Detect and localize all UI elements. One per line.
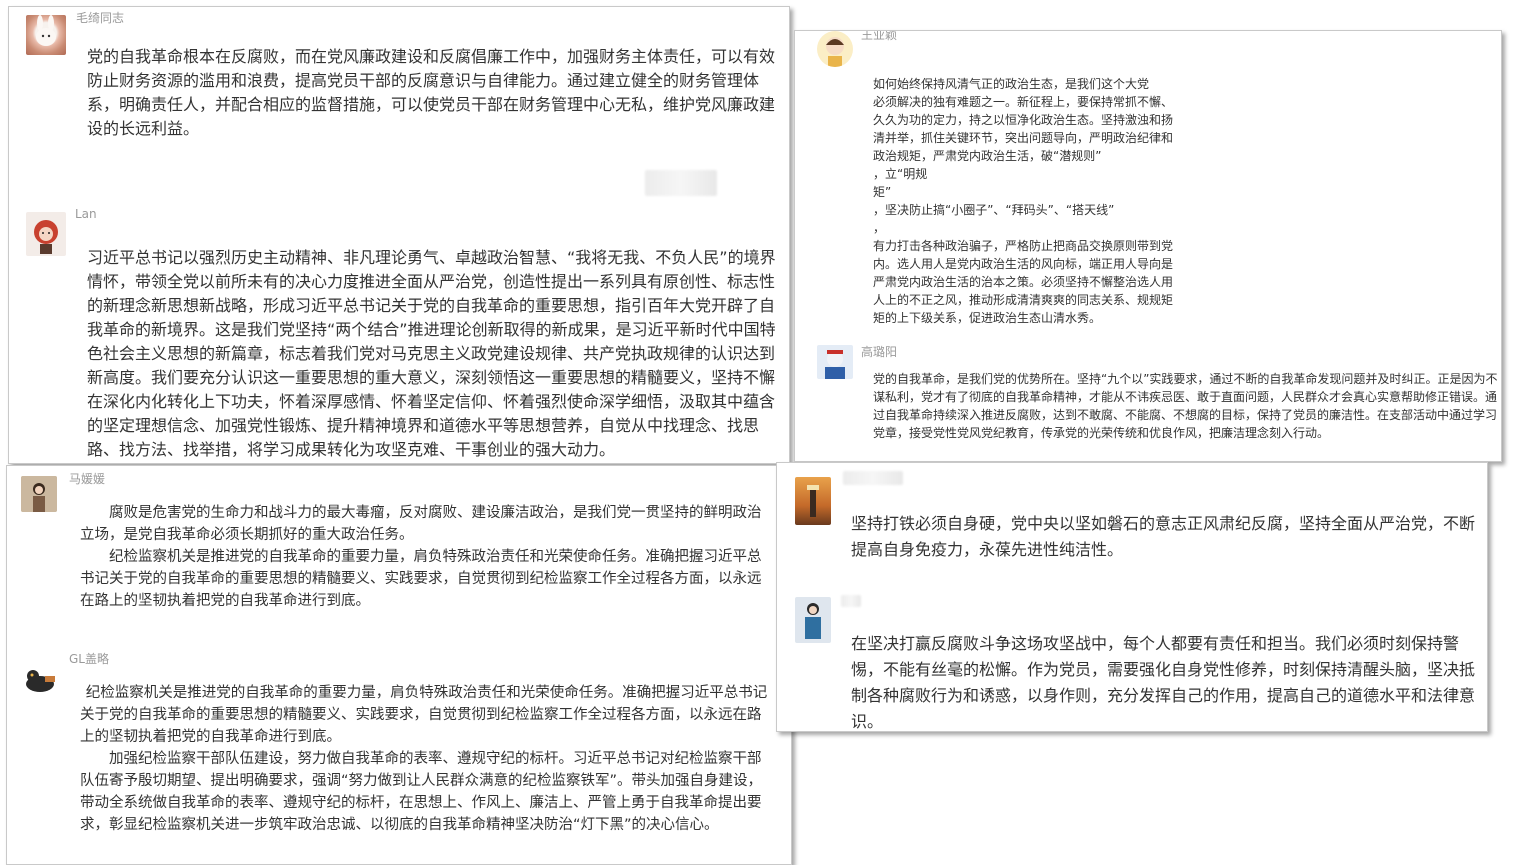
comment-text: 党的自我革命，是我们党的优势所在。坚持“九个以”实践要求，通过不断的自我革命发现… — [873, 372, 1498, 440]
text-line: ， — [873, 221, 886, 235]
comment-text: 纪检监察机关是推进党的自我革命的重要力量，肩负特殊政治责任和光荣使命任务。准确把… — [80, 682, 770, 836]
paragraph: 纪检监察机关是推进党的自我革命的重要力量，肩负特殊政治责任和光荣使命任务。准确把… — [80, 685, 768, 745]
comment-item: 坚持打铁必须自身硬，党中央以坚如磐石的意志正风肃纪反腐，坚持全面从严治党，不断提… — [777, 463, 1487, 583]
comment-item: 马媛媛 腐败是危害党的生命力和战斗力的最大毒瘤，反对腐败、建设廉洁政治，是我们党… — [7, 466, 791, 641]
comment-panel-top-right: 王业颖 如何始终保持风清气正的政治生态，是我们这个大党 必须解决的独有难题之一。… — [794, 30, 1502, 462]
comment-text: 党的自我革命根本在反腐败，而在党风廉政建设和反腐倡廉工作中，加强财务主体责任，可… — [87, 47, 776, 138]
comment-text: 腐败是危害党的生命力和战斗力的最大毒瘤，反对腐败、建设廉洁政治，是我们党一贯坚持… — [80, 502, 775, 612]
text-line: 政治规矩，严肃党内政治生活，破“潜规则” — [873, 149, 1102, 163]
comment-item: 王业颖 如何始终保持风清气正的政治生态，是我们这个大党 必须解决的独有难题之一。… — [795, 31, 1501, 331]
comment-text: 习近平总书记以强烈历史主动精神、非凡理论勇气、卓越政治智慧、“我将无我、不负人民… — [87, 248, 776, 459]
avatar[interactable] — [817, 345, 853, 379]
avatar[interactable] — [26, 212, 66, 256]
text-line: ，立“明规 — [873, 167, 928, 181]
username[interactable]: 毛绮同志 — [76, 9, 124, 26]
comment-item: Lan 习近平总书记以强烈历史主动精神、非凡理论勇气、卓越政治智慧、“我将无我、… — [9, 202, 789, 463]
comment-panel-top-left: 毛绮同志 党的自我革命根本在反腐败，而在党风廉政建设和反腐倡廉工作中，加强财务主… — [8, 6, 790, 464]
comment-text: 如何始终保持风清气正的政治生态，是我们这个大党 必须解决的独有难题之一。新征程上… — [873, 75, 1253, 327]
paragraph: 纪检监察机关是推进党的自我革命的重要力量，肩负特殊政治责任和光荣使命任务。准确把… — [80, 549, 762, 609]
comment-panel-bottom-right: 坚持打铁必须自身硬，党中央以坚如磐石的意志正风肃纪反腐，坚持全面从严治党，不断提… — [776, 462, 1488, 732]
username[interactable]: 马媛媛 — [69, 470, 105, 487]
avatar[interactable] — [795, 477, 831, 525]
avatar[interactable] — [817, 31, 853, 67]
comment-text: 在坚决打赢反腐败斗争这场攻坚战中，每个人都要有责任和担当。我们必须时刻保持警惕，… — [851, 634, 1476, 731]
paragraph: 腐败是危害党的生命力和战斗力的最大毒瘤，反对腐败、建设廉洁政治，是我们党一贯坚持… — [80, 505, 762, 543]
text-line: 如何始终保持风清气正的政治生态，是我们这个大党 — [873, 77, 1150, 91]
blurred-label — [645, 170, 717, 196]
username[interactable]: 王业颖 — [861, 31, 897, 43]
blurred-username — [843, 471, 903, 485]
blurred-username — [841, 595, 861, 607]
text-line: 清并举，抓住关键环节，突出问题导向，严明政治纪律和 — [873, 131, 1174, 145]
text-line: 内。选人用人是党内政治生活的风向标，端正用人导向是 — [873, 257, 1174, 271]
comment-item: 毛绮同志 党的自我革命根本在反腐败，而在党风廉政建设和反腐倡廉工作中，加强财务主… — [9, 7, 789, 197]
comment-item: GL盖略 纪检监察机关是推进党的自我革命的重要力量，肩负特殊政治责任和光荣使命任… — [7, 646, 791, 864]
avatar[interactable] — [26, 15, 66, 55]
username[interactable]: GL盖略 — [69, 650, 109, 667]
username[interactable]: 高璐阳 — [861, 343, 897, 360]
text-line: 必须解决的独有难题之一。新征程上，要保持常抓不懈、 — [873, 95, 1174, 109]
text-line: 久久为功的定力，持之以恒净化政治生态。坚持激浊和扬 — [873, 113, 1174, 127]
text-line: ，坚决防止搞“小圈子”、“拜码头”、“搭天线” — [873, 203, 1115, 217]
text-line: 矩” — [873, 185, 892, 199]
comment-panel-bottom-left: 马媛媛 腐败是危害党的生命力和战斗力的最大毒瘤，反对腐败、建设廉洁政治，是我们党… — [6, 465, 792, 865]
text-line: 人上的不正之风，推动形成清清爽爽的同志关系、规规矩 — [873, 293, 1174, 307]
comment-item: 在坚决打赢反腐败斗争这场攻坚战中，每个人都要有责任和担当。我们必须时刻保持警惕，… — [777, 593, 1487, 731]
avatar[interactable] — [795, 597, 831, 643]
username[interactable]: Lan — [75, 207, 97, 221]
text-line: 有力打击各种政治骗子，严格防止把商品交换原则带到党 — [873, 239, 1174, 253]
text-line: 矩的上下级关系，促进政治生态山清水秀。 — [873, 311, 1102, 325]
comment-text: 坚持打铁必须自身硬，党中央以坚如磐石的意志正风肃纪反腐，坚持全面从严治党，不断提… — [851, 514, 1476, 559]
text-line: 严肃党内政治生活的治本之策。必须坚持不懈整治选人用 — [873, 275, 1174, 289]
avatar[interactable] — [21, 658, 59, 694]
paragraph: 加强纪检监察干部队伍建设，努力做自我革命的表率、遵规守纪的标杆。习近平总书记对纪… — [80, 751, 763, 833]
comment-item: 高璐阳 党的自我革命，是我们党的优势所在。坚持“九个以”实践要求，通过不断的自我… — [795, 339, 1501, 461]
avatar[interactable] — [21, 476, 57, 512]
